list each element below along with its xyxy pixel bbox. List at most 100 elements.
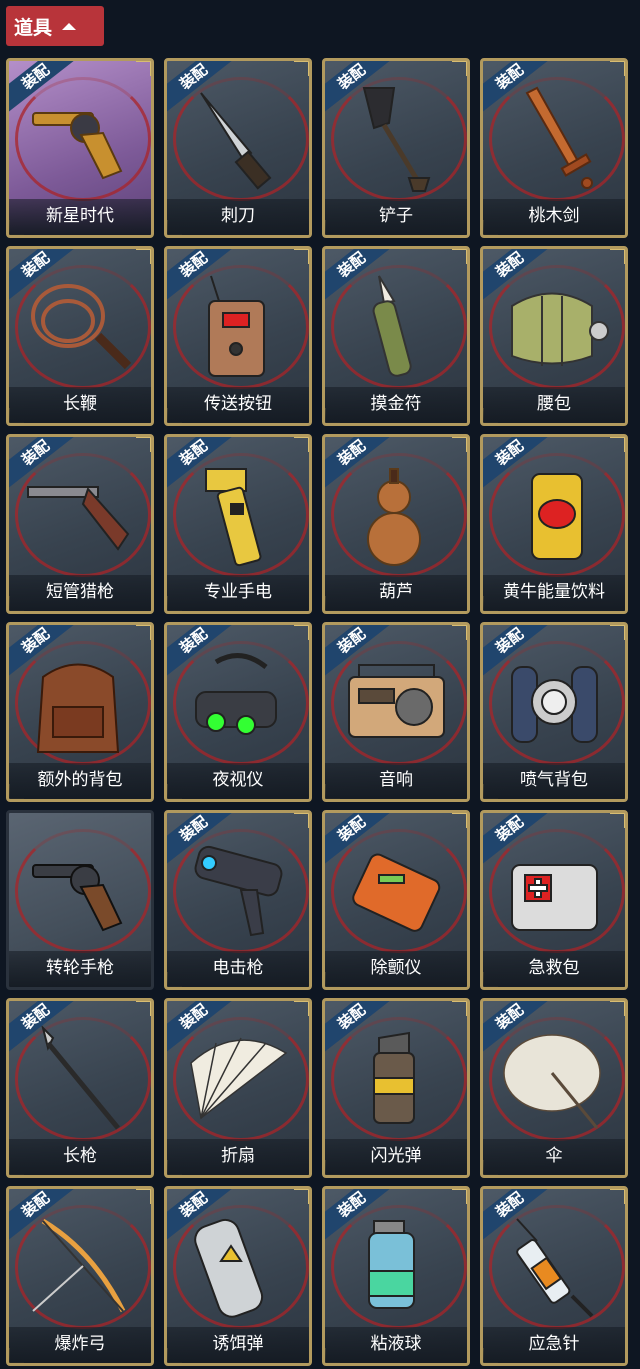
jetpack-icon (497, 647, 611, 759)
item-label: 诱饵弹 (167, 1327, 309, 1363)
defibrillator-icon (339, 835, 453, 947)
category-toggle-button[interactable]: 道具 (6, 6, 104, 46)
item-card[interactable]: 装配 爆炸弓 (6, 1186, 154, 1366)
wooden-sword-icon (497, 83, 611, 195)
frame-corner (452, 61, 467, 76)
item-card[interactable]: 装配伞 (480, 998, 628, 1178)
decoy-grenade-icon (181, 1211, 295, 1323)
frame-corner (452, 249, 467, 264)
flashlight-icon (181, 459, 295, 571)
gourd-icon (339, 459, 453, 571)
frame-corner (136, 1189, 151, 1204)
bow-icon (23, 1211, 137, 1323)
item-label: 额外的背包 (9, 763, 151, 799)
item-label: 电击枪 (167, 951, 309, 987)
frame-corner (136, 61, 151, 76)
teleport-button-icon (181, 271, 295, 383)
frame-corner (294, 625, 309, 640)
item-card[interactable]: 装配 摸金符 (322, 246, 470, 426)
shock-gun-icon (181, 835, 295, 947)
frame-corner (294, 813, 309, 828)
waist-bag-icon (497, 271, 611, 383)
frame-corner (294, 249, 309, 264)
item-label: 伞 (483, 1139, 625, 1175)
frame-corner (610, 1189, 625, 1204)
item-card[interactable]: 装配 喷气背包 (480, 622, 628, 802)
item-card[interactable]: 装配 急救包 (480, 810, 628, 990)
item-label: 长鞭 (9, 387, 151, 423)
claw-talisman-icon (339, 271, 453, 383)
item-card[interactable]: 装配 桃木剑 (480, 58, 628, 238)
frame-corner (452, 625, 467, 640)
item-label: 腰包 (483, 387, 625, 423)
item-card[interactable]: 装配 除颤仪 (322, 810, 470, 990)
item-card[interactable]: 装配 长鞭 (6, 246, 154, 426)
item-label: 喷气背包 (483, 763, 625, 799)
backpack-icon (23, 647, 137, 759)
item-card[interactable]: 装配 折扇 (164, 998, 312, 1178)
whip-icon (23, 271, 137, 383)
item-label: 折扇 (167, 1139, 309, 1175)
item-card[interactable]: 装配 闪光弹 (322, 998, 470, 1178)
item-card[interactable]: 装配 音响 (322, 622, 470, 802)
category-title: 道具 (14, 16, 53, 39)
umbrella-icon (497, 1023, 611, 1135)
item-label: 音响 (325, 763, 467, 799)
item-label: 葫芦 (325, 575, 467, 611)
item-label: 除颤仪 (325, 951, 467, 987)
frame-corner (136, 1001, 151, 1016)
shotgun-icon (23, 459, 137, 571)
first-aid-kit-icon (497, 835, 611, 947)
item-card[interactable]: 装配 传送按钮 (164, 246, 312, 426)
item-label: 闪光弹 (325, 1139, 467, 1175)
item-card[interactable]: 转轮手枪 (6, 810, 154, 990)
item-card[interactable]: 装配 黄牛能量饮料 (480, 434, 628, 614)
item-card[interactable]: 装配 新星时代 (6, 58, 154, 238)
spear-icon (23, 1023, 137, 1135)
item-card[interactable]: 装配 电击枪 (164, 810, 312, 990)
item-card[interactable]: 装配 应急针 (480, 1186, 628, 1366)
frame-corner (610, 61, 625, 76)
frame-corner (610, 249, 625, 264)
item-label: 传送按钮 (167, 387, 309, 423)
night-vision-icon (181, 647, 295, 759)
item-card[interactable]: 装配 葫芦 (322, 434, 470, 614)
frame-corner (452, 813, 467, 828)
frame-corner (610, 625, 625, 640)
frame-corner (294, 1189, 309, 1204)
frame-corner (294, 437, 309, 452)
frame-corner (452, 1189, 467, 1204)
frame-corner (136, 437, 151, 452)
item-card[interactable]: 装配 额外的背包 (6, 622, 154, 802)
item-label: 短管猎枪 (9, 575, 151, 611)
flashbang-icon (339, 1023, 453, 1135)
item-card[interactable]: 装配 刺刀 (164, 58, 312, 238)
revolver-gold-icon (23, 83, 137, 195)
item-label: 刺刀 (167, 199, 309, 235)
item-label: 新星时代 (9, 199, 151, 235)
syringe-icon (497, 1211, 611, 1323)
frame-corner (136, 625, 151, 640)
item-card[interactable]: 装配 诱饵弹 (164, 1186, 312, 1366)
item-label: 爆炸弓 (9, 1327, 151, 1363)
frame-corner (610, 437, 625, 452)
item-card[interactable]: 装配 粘液球 (322, 1186, 470, 1366)
item-card[interactable]: 装配 长枪 (6, 998, 154, 1178)
item-card[interactable]: 装配 铲子 (322, 58, 470, 238)
item-label: 转轮手枪 (9, 951, 151, 987)
item-card[interactable]: 装配 短管猎枪 (6, 434, 154, 614)
frame-corner (452, 437, 467, 452)
item-label: 夜视仪 (167, 763, 309, 799)
frame-corner (610, 813, 625, 828)
frame-corner (136, 249, 151, 264)
item-card[interactable]: 装配 专业手电 (164, 434, 312, 614)
slime-ball-icon (339, 1211, 453, 1323)
frame-corner (610, 1001, 625, 1016)
chevron-up-icon (62, 22, 77, 30)
item-card[interactable]: 装配 腰包 (480, 246, 628, 426)
item-card[interactable]: 装配 夜视仪 (164, 622, 312, 802)
item-label: 黄牛能量饮料 (483, 575, 625, 611)
item-label: 专业手电 (167, 575, 309, 611)
item-label: 摸金符 (325, 387, 467, 423)
revolver-icon (23, 835, 137, 947)
